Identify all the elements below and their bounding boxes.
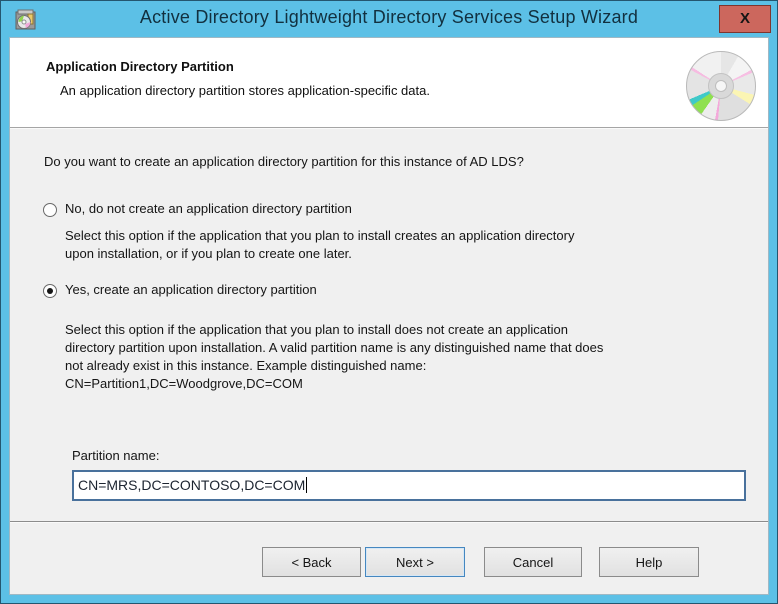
page-subtitle: An application directory partition store…: [60, 83, 430, 98]
dialog-body: Application Directory Partition An appli…: [9, 37, 769, 595]
close-icon: X: [740, 10, 750, 27]
cd-hole: [715, 80, 727, 92]
radio-no-label[interactable]: No, do not create an application directo…: [65, 201, 352, 216]
radio-yes[interactable]: [43, 284, 57, 298]
back-button[interactable]: < Back: [262, 547, 361, 577]
page-title: Application Directory Partition: [46, 59, 234, 74]
window-title: Active Directory Lightweight Directory S…: [1, 7, 777, 28]
radio-no-description: Select this option if the application th…: [65, 227, 745, 263]
question-text: Do you want to create an application dir…: [44, 154, 524, 169]
partition-name-value: CN=MRS,DC=CONTOSO,DC=COM: [78, 477, 305, 493]
titlebar[interactable]: Active Directory Lightweight Directory S…: [1, 1, 777, 37]
next-button[interactable]: Next >: [365, 547, 465, 577]
radio-yes-label[interactable]: Yes, create an application directory par…: [65, 282, 317, 297]
cd-disc-icon: [686, 51, 756, 121]
radio-no[interactable]: [43, 203, 57, 217]
partition-name-label: Partition name:: [72, 448, 159, 463]
partition-name-input[interactable]: CN=MRS,DC=CONTOSO,DC=COM: [72, 470, 746, 501]
wizard-window: Active Directory Lightweight Directory S…: [0, 0, 778, 604]
radio-yes-description: Select this option if the application th…: [65, 321, 755, 393]
text-caret: [306, 477, 307, 493]
cancel-button[interactable]: Cancel: [484, 547, 582, 577]
divider: [10, 521, 768, 523]
wizard-header: Application Directory Partition An appli…: [10, 38, 768, 128]
help-button[interactable]: Help: [599, 547, 699, 577]
close-button[interactable]: X: [719, 5, 771, 33]
